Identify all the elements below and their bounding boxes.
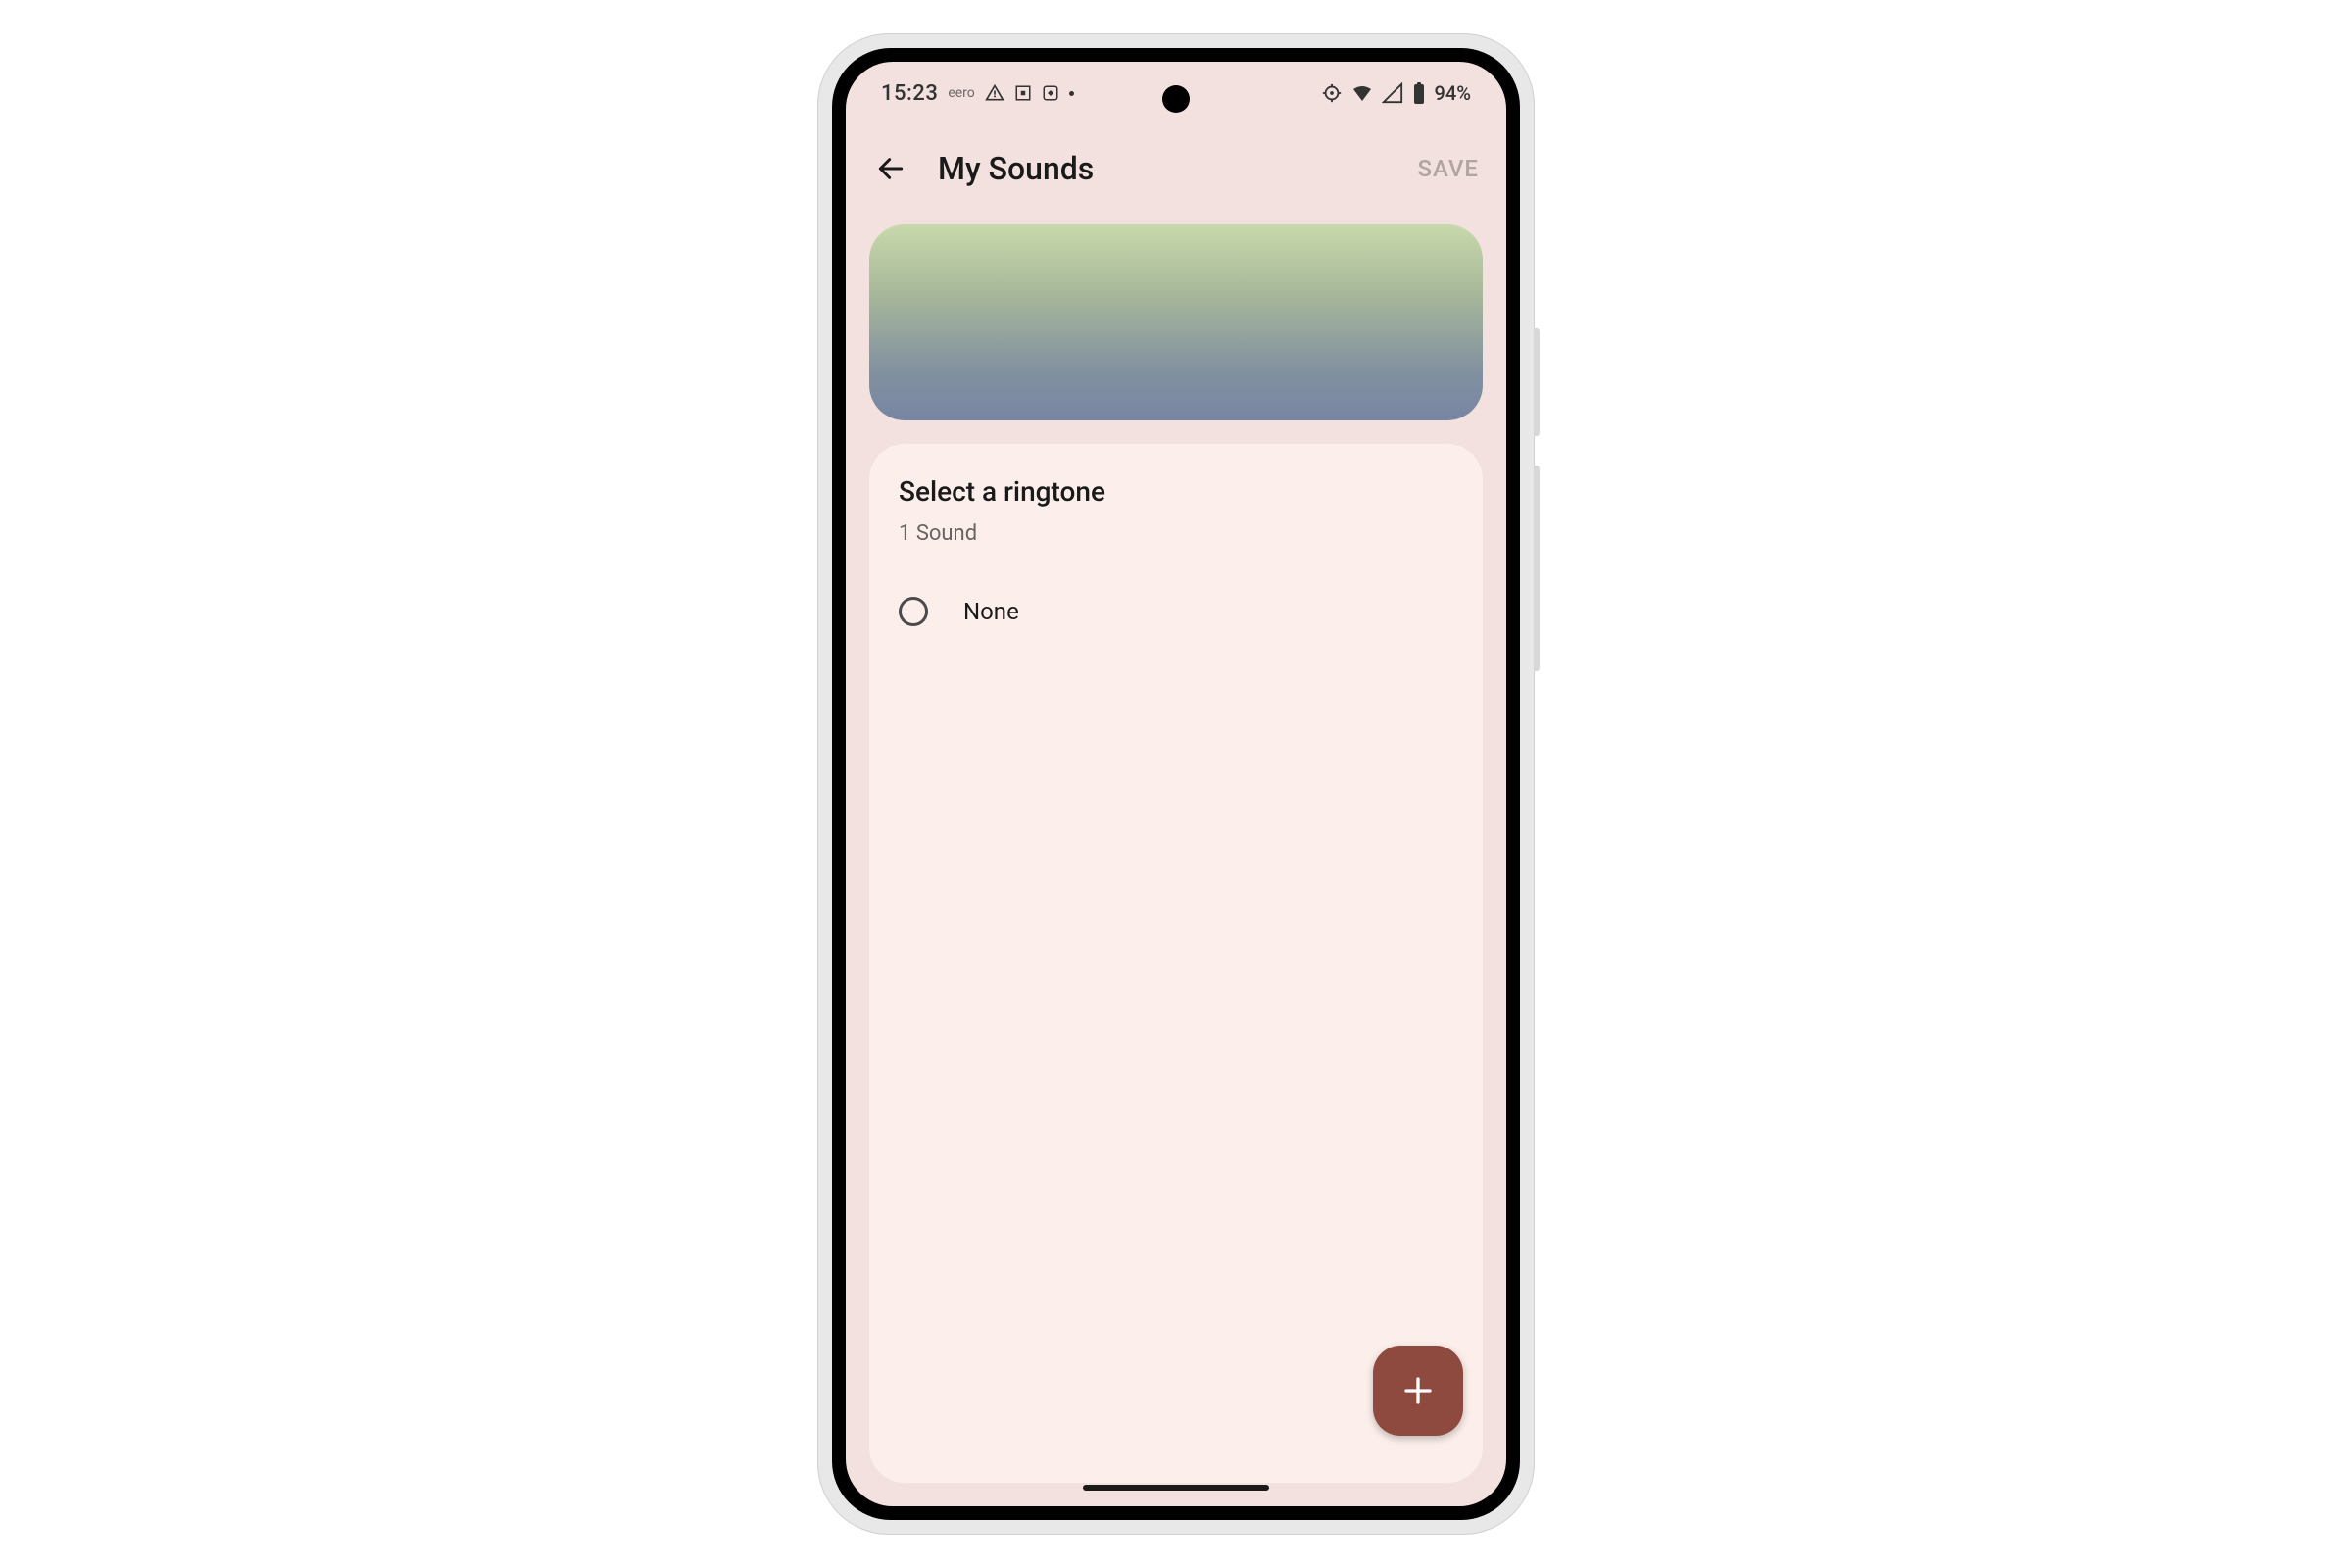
- preview-gradient-card: [869, 224, 1483, 420]
- card-subtitle: 1 Sound: [899, 521, 1453, 546]
- phone-frame: 15:23 eero: [818, 34, 1534, 1534]
- back-button[interactable]: [873, 151, 908, 186]
- status-carrier: eero: [948, 85, 974, 101]
- app-bar: My Sounds SAVE: [846, 124, 1506, 213]
- ringtone-option-none[interactable]: None: [899, 597, 1453, 626]
- page-title: My Sounds: [938, 150, 1388, 187]
- add-sound-fab[interactable]: [1373, 1346, 1463, 1436]
- location-crosshair-icon: [1321, 82, 1343, 104]
- gesture-nav-bar[interactable]: [1083, 1485, 1269, 1491]
- battery-percentage: 94%: [1435, 81, 1471, 105]
- arrow-left-icon: [875, 153, 906, 184]
- ringtone-option-label: None: [963, 598, 1019, 625]
- radio-unchecked-icon: [899, 597, 928, 626]
- camera-hole: [1162, 85, 1190, 113]
- phone-bezel: 15:23 eero: [832, 48, 1520, 1520]
- status-left: 15:23 eero: [881, 81, 1074, 106]
- status-clock: 15:23: [881, 81, 938, 106]
- status-dot: [1069, 91, 1074, 96]
- plus-icon: [1400, 1373, 1436, 1408]
- warning-icon: [985, 83, 1004, 103]
- content-area: Select a ringtone 1 Sound None: [846, 213, 1506, 1506]
- screen: 15:23 eero: [846, 62, 1506, 1506]
- app-icon: [1042, 84, 1059, 102]
- volume-button: [1534, 328, 1540, 436]
- save-button[interactable]: SAVE: [1417, 155, 1479, 182]
- power-button: [1534, 466, 1540, 671]
- card-title: Select a ringtone: [899, 475, 1453, 508]
- wifi-icon: [1350, 81, 1374, 105]
- battery-icon: [1411, 81, 1427, 105]
- cellular-signal-icon: [1382, 82, 1403, 104]
- ringtone-list-card: Select a ringtone 1 Sound None: [869, 444, 1483, 1483]
- square-icon: [1014, 84, 1032, 102]
- status-right: 94%: [1321, 81, 1471, 105]
